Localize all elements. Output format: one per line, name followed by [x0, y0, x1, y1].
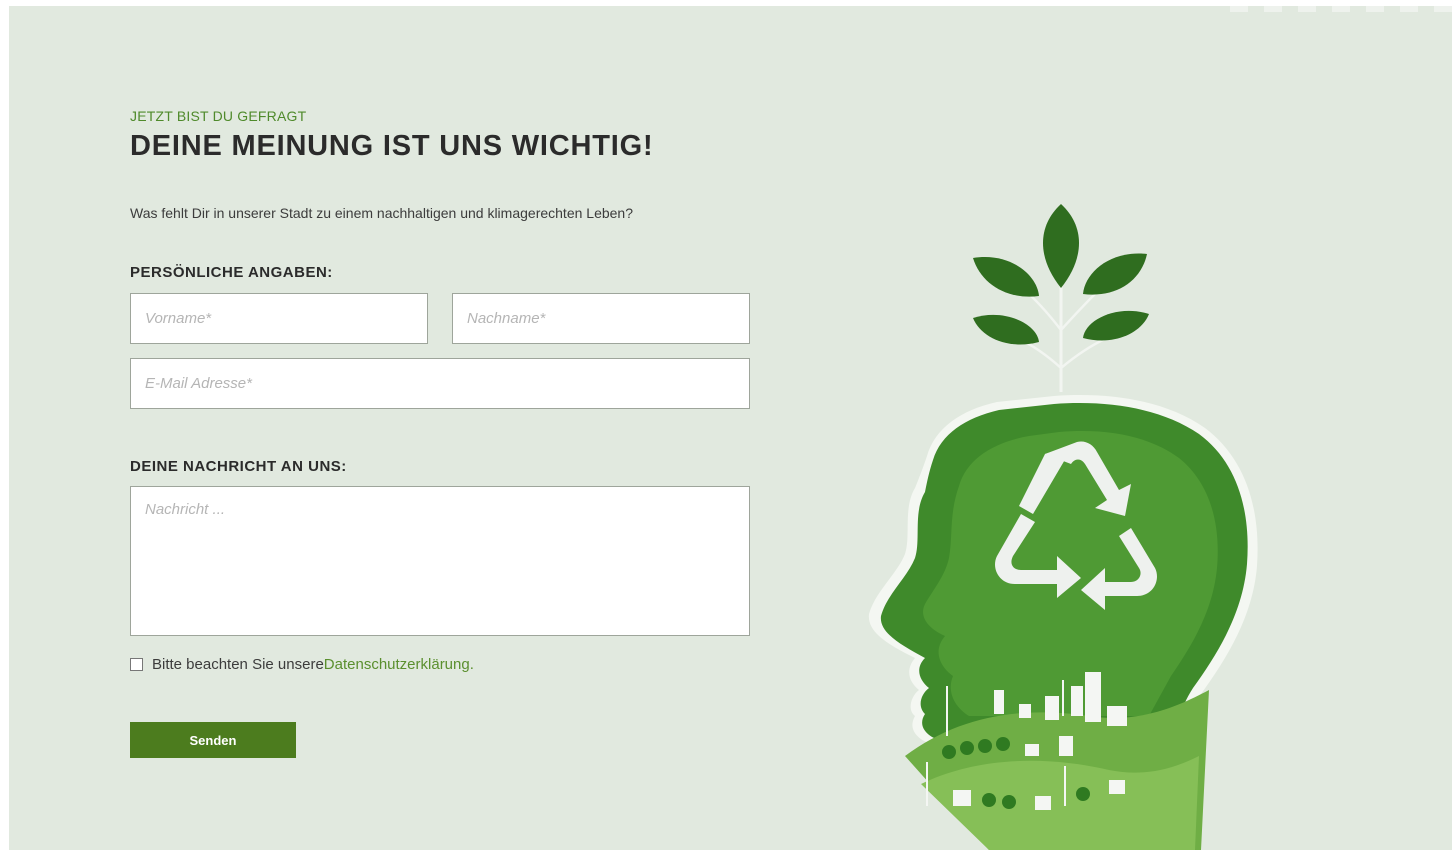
- privacy-consent: Bitte beachten Sie unsere Datenschutzerk…: [130, 656, 474, 673]
- email-field[interactable]: [130, 358, 750, 409]
- consent-text: Bitte beachten Sie unsere: [152, 656, 324, 673]
- page-title: DEINE MEINUNG IST UNS WICHTIG!: [130, 130, 654, 162]
- intro-text: Was fehlt Dir in unserer Stadt zu einem …: [130, 205, 633, 221]
- consent-suffix: .: [469, 656, 474, 673]
- privacy-policy-link[interactable]: Datenschutzerklärung: [324, 656, 470, 673]
- message-textarea[interactable]: [130, 486, 750, 636]
- page-panel: JETZT BIST DU GEFRAGT DEINE MEINUNG IST …: [9, 6, 1452, 850]
- eyebrow-text: JETZT BIST DU GEFRAGT: [130, 108, 307, 124]
- submit-button[interactable]: Senden: [130, 722, 296, 758]
- top-right-dash-decoration: [1212, 6, 1452, 12]
- personal-section-label: PERSÖNLICHE ANGABEN:: [130, 264, 333, 281]
- firstname-field[interactable]: [130, 293, 428, 344]
- privacy-checkbox[interactable]: [130, 658, 143, 671]
- message-section-label: DEINE NACHRICHT AN UNS:: [130, 458, 347, 475]
- head-recycling-illustration: [868, 204, 1258, 850]
- lastname-field[interactable]: [452, 293, 750, 344]
- sprout-icon: [973, 204, 1149, 392]
